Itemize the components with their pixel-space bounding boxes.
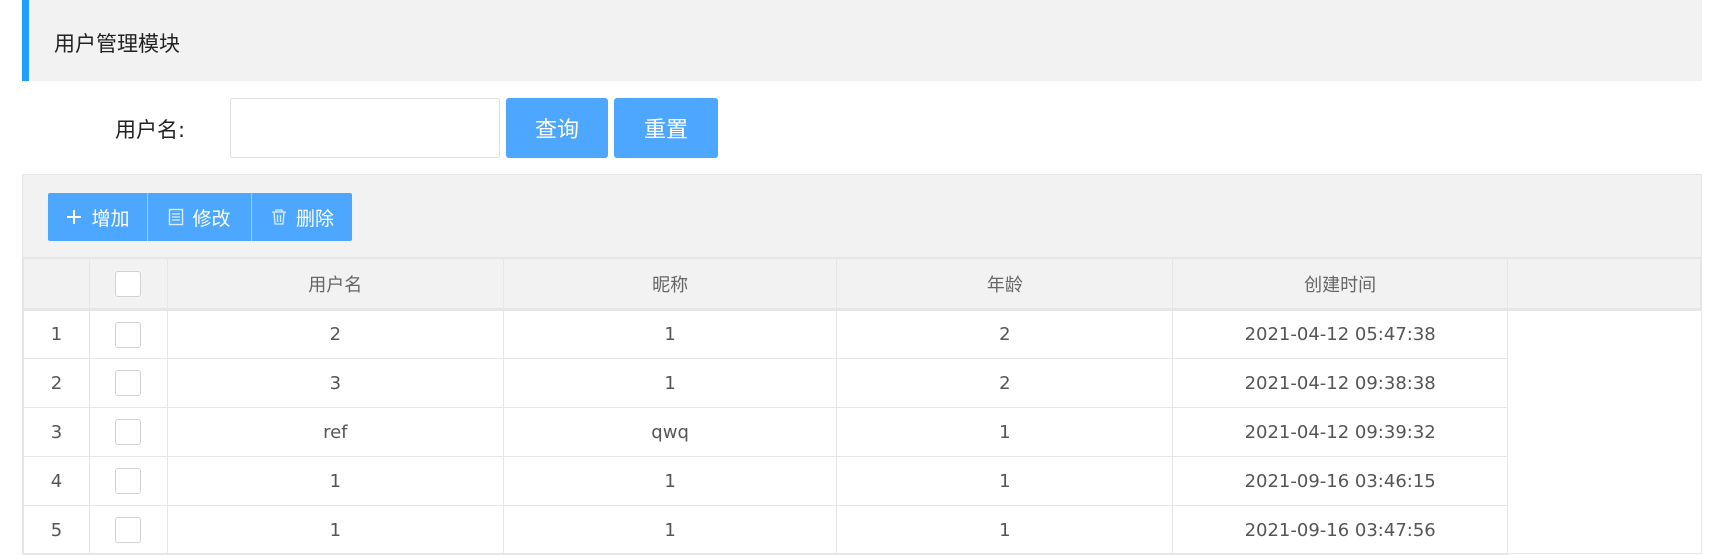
cell-age: 1 bbox=[836, 456, 1174, 506]
column-header-age[interactable]: 年龄 bbox=[836, 258, 1174, 310]
cell-age: 1 bbox=[836, 407, 1174, 457]
cell-blank bbox=[1507, 407, 1701, 457]
row-checkbox[interactable] bbox=[115, 468, 142, 494]
cell-created: 2021-04-12 09:39:32 bbox=[1172, 407, 1509, 457]
column-header-created[interactable]: 创建时间 bbox=[1172, 258, 1509, 310]
cell-username: 1 bbox=[166, 456, 504, 506]
cell-age: 1 bbox=[836, 505, 1174, 555]
data-panel: 增加 修改 删除 用户名 昵称 年龄 创建时间 1 2 1 2 2021-04-… bbox=[22, 174, 1702, 555]
cell-age: 2 bbox=[836, 358, 1174, 408]
cell-blank bbox=[1507, 456, 1701, 506]
table-header-row: 用户名 昵称 年龄 创建时间 bbox=[23, 258, 1701, 310]
cell-age: 2 bbox=[836, 309, 1174, 359]
cell-created: 2021-09-16 03:47:56 bbox=[1172, 505, 1509, 555]
table-row[interactable]: 2 3 1 2 2021-04-12 09:38:38 bbox=[23, 358, 1701, 408]
cell-created: 2021-04-12 09:38:38 bbox=[1172, 358, 1509, 408]
table-toolbar: 增加 修改 删除 bbox=[23, 175, 1701, 258]
row-select-cell bbox=[88, 456, 168, 506]
toolbar-button-group: 增加 修改 删除 bbox=[48, 193, 352, 241]
row-select-cell bbox=[88, 505, 168, 555]
cell-blank bbox=[1507, 505, 1701, 555]
row-select-cell bbox=[88, 309, 168, 359]
cell-nickname: 1 bbox=[502, 358, 838, 408]
cell-created: 2021-04-12 05:47:38 bbox=[1172, 309, 1509, 359]
delete-button[interactable]: 删除 bbox=[252, 193, 352, 241]
table-row[interactable]: 3 ref qwq 1 2021-04-12 09:39:32 bbox=[23, 407, 1701, 457]
cell-username: ref bbox=[166, 407, 504, 457]
query-button[interactable]: 查询 bbox=[506, 98, 608, 158]
cell-nickname: 1 bbox=[502, 309, 838, 359]
trash-icon bbox=[270, 208, 288, 226]
cell-nickname: 1 bbox=[502, 456, 838, 506]
row-checkbox[interactable] bbox=[115, 419, 142, 445]
username-search-input[interactable] bbox=[230, 98, 500, 158]
row-index: 5 bbox=[23, 505, 90, 555]
cell-username: 3 bbox=[166, 358, 504, 408]
table-row[interactable]: 4 1 1 1 2021-09-16 03:46:15 bbox=[23, 456, 1701, 506]
column-header-username[interactable]: 用户名 bbox=[166, 258, 504, 310]
row-index: 3 bbox=[23, 407, 90, 457]
select-all-checkbox[interactable] bbox=[115, 270, 142, 297]
column-header-nickname[interactable]: 昵称 bbox=[502, 258, 838, 310]
page-title: 用户管理模块 bbox=[54, 32, 180, 56]
user-table: 用户名 昵称 年龄 创建时间 1 2 1 2 2021-04-12 05:47:… bbox=[23, 258, 1701, 555]
document-icon bbox=[168, 208, 184, 226]
row-index: 2 bbox=[23, 358, 90, 408]
select-all-cell bbox=[88, 258, 168, 310]
cell-nickname: qwq bbox=[502, 407, 838, 457]
delete-button-label: 删除 bbox=[295, 207, 334, 230]
table-row[interactable]: 5 1 1 1 2021-09-16 03:47:56 bbox=[23, 505, 1701, 555]
row-select-cell bbox=[88, 358, 168, 408]
cell-blank bbox=[1507, 358, 1701, 408]
row-checkbox[interactable] bbox=[115, 517, 142, 543]
cell-created: 2021-09-16 03:46:15 bbox=[1172, 456, 1509, 506]
cell-nickname: 1 bbox=[502, 505, 838, 555]
cell-username: 2 bbox=[166, 309, 504, 359]
plus-icon bbox=[65, 208, 83, 226]
reset-button[interactable]: 重置 bbox=[614, 98, 718, 158]
module-header: 用户管理模块 bbox=[22, 0, 1702, 81]
cell-blank bbox=[1507, 309, 1701, 359]
cell-username: 1 bbox=[166, 505, 504, 555]
row-checkbox[interactable] bbox=[115, 321, 142, 348]
add-button[interactable]: 增加 bbox=[48, 193, 148, 241]
column-header-blank bbox=[1507, 258, 1701, 310]
edit-button-label: 修改 bbox=[192, 207, 231, 230]
username-label: 用户名: bbox=[115, 118, 186, 142]
row-checkbox[interactable] bbox=[115, 370, 142, 396]
edit-button[interactable]: 修改 bbox=[148, 193, 252, 241]
row-index: 4 bbox=[23, 456, 90, 506]
row-select-cell bbox=[88, 407, 168, 457]
index-column-header bbox=[23, 258, 90, 310]
row-index: 1 bbox=[23, 309, 90, 359]
add-button-label: 增加 bbox=[91, 207, 130, 230]
table-row[interactable]: 1 2 1 2 2021-04-12 05:47:38 bbox=[23, 309, 1701, 359]
